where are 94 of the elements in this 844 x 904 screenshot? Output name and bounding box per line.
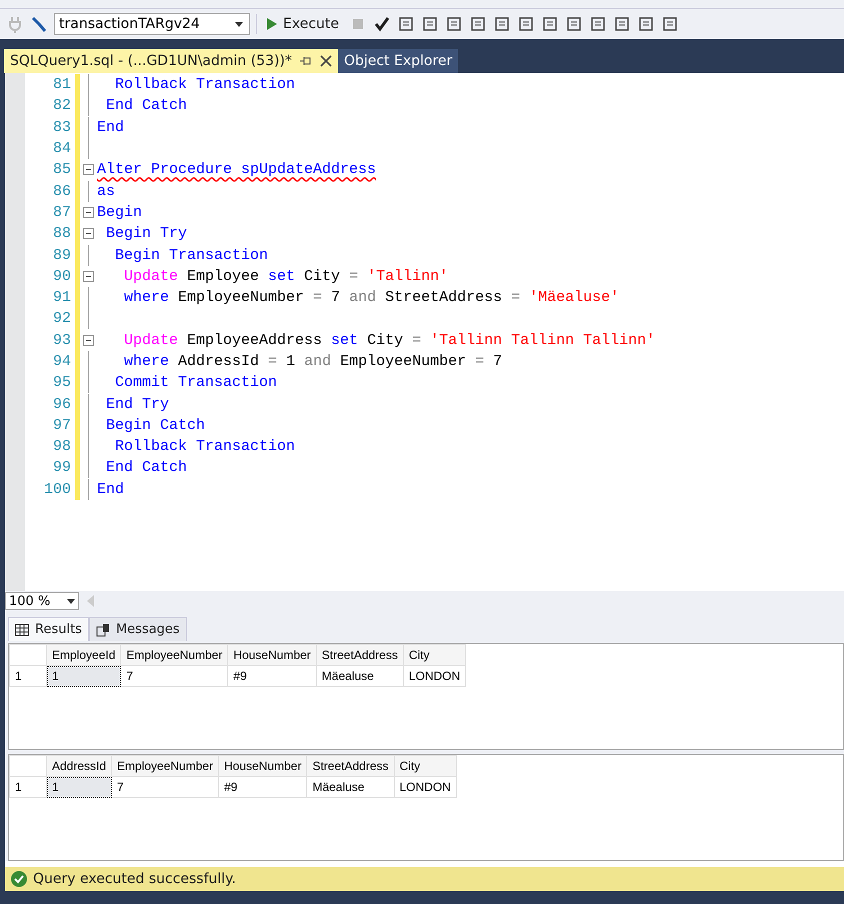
column-header[interactable]: HouseNumber [218, 756, 307, 776]
column-header[interactable]: AddressId [46, 756, 112, 776]
code-line: Begin [97, 204, 142, 221]
check-icon [11, 871, 27, 887]
close-icon[interactable] [320, 55, 332, 67]
table-cell: #9 [218, 776, 307, 798]
table-cell: 1 [46, 776, 112, 798]
table-cell: 7 [112, 776, 219, 798]
collapse-icon[interactable] [83, 164, 94, 176]
code-line: where AddressId = 1 and EmployeeNumber = 7 [123, 353, 502, 370]
play-icon [267, 18, 277, 30]
column-header[interactable]: EmployeeNumber [120, 644, 228, 666]
table-cell: #9 [228, 666, 316, 686]
toolbar-icon[interactable] [541, 15, 559, 33]
status-message: Query executed successfully. [33, 871, 236, 887]
toolbar-icon[interactable] [421, 15, 439, 33]
check-icon[interactable] [373, 15, 391, 33]
toolbar-icon[interactable] [493, 15, 511, 33]
line-number: 81 [52, 76, 71, 94]
column-header[interactable]: City [394, 756, 456, 776]
column-header[interactable]: StreetAddress [306, 756, 394, 776]
line-number: 91 [52, 289, 71, 306]
toolbar-icon[interactable] [445, 15, 463, 33]
code-line: Update EmployeeAddress set City = 'Tallinn Tallinn Tallinn' [123, 332, 656, 349]
column-header[interactable]: StreetAddress [316, 644, 404, 666]
toolbar-icon[interactable] [565, 15, 583, 33]
zoom-dropdown[interactable]: 100 % [5, 592, 79, 610]
caret-icon [235, 22, 243, 26]
code-line: Update Employee set City = 'Tallinn' [123, 268, 448, 285]
column-header[interactable]: EmployeeNumber [112, 756, 219, 776]
database-dropdown[interactable]: transactionTARgv24 [54, 13, 250, 35]
results-tab[interactable]: Messages [88, 617, 187, 641]
line-number: 83 [52, 118, 71, 136]
table-cell: Mäealuse [316, 666, 404, 686]
line-number: 88 [52, 225, 71, 242]
code-line: Begin Transaction [114, 246, 268, 264]
table-cell: 7 [120, 666, 228, 686]
document-tab[interactable]: SQLQuery1.sql - (...GD1UN\admin (53))* [4, 49, 338, 73]
code-line: Alter Procedure spUpdateAddress [97, 161, 376, 178]
table-cell: Mäealuse [306, 776, 394, 798]
collapse-icon[interactable] [83, 228, 94, 240]
line-number: 100 [44, 480, 71, 498]
code-line: as [97, 182, 116, 200]
line-number: 95 [52, 374, 71, 392]
line-number: 93 [52, 332, 71, 349]
code-line: End Catch [105, 459, 188, 476]
code-line: End Catch [105, 97, 188, 114]
code-line: Rollback Transaction [114, 438, 296, 456]
line-number: 89 [52, 246, 71, 264]
toolbar-icon[interactable] [517, 15, 535, 33]
code-line: Rollback Transaction [114, 76, 296, 94]
table-cell: 1 [46, 666, 121, 686]
line-number: 99 [52, 459, 71, 476]
code-line: Begin Try [105, 225, 188, 242]
pin-icon[interactable] [300, 55, 312, 67]
line-number: 97 [52, 416, 71, 434]
code-line: where EmployeeNumber = 7 and StreetAddress = 'Mäealuse' [123, 289, 620, 306]
line-number: 94 [52, 353, 71, 370]
line-number: 85 [52, 161, 71, 178]
table-cell: LONDON [403, 666, 466, 686]
toolbar-icon[interactable] [397, 15, 415, 33]
execute-button[interactable]: Execute [263, 16, 343, 32]
line-number: 87 [52, 204, 71, 221]
code-line: Begin Catch [105, 416, 206, 434]
collapse-icon[interactable] [83, 334, 94, 346]
row-number: 1 [10, 666, 46, 686]
collapse-icon[interactable] [83, 270, 94, 282]
line-number: 82 [52, 97, 71, 114]
line-number: 98 [52, 438, 71, 456]
column-header[interactable]: EmployeeId [46, 644, 121, 666]
toolbar-icon[interactable] [589, 15, 607, 33]
grid-icon [15, 624, 29, 636]
line-number: 96 [52, 396, 71, 413]
caret-icon [67, 598, 75, 604]
line-number: 90 [52, 268, 71, 285]
toolbar-icon[interactable] [469, 15, 487, 33]
line-number: 92 [52, 310, 71, 328]
toolbar-icon[interactable] [661, 15, 679, 33]
document-tab[interactable]: Object Explorer [338, 49, 458, 73]
column-header[interactable]: City [403, 644, 466, 666]
column-header[interactable]: HouseNumber [228, 644, 316, 666]
results-tab[interactable]: Results [8, 617, 89, 641]
toolbar-icon[interactable] [613, 15, 631, 33]
toolbar-icon[interactable] [637, 15, 655, 33]
code-line: Commit Transaction [114, 374, 278, 392]
code-line: End [97, 480, 124, 498]
row-number: 1 [10, 776, 46, 798]
line-number: 84 [52, 140, 71, 158]
collapse-icon[interactable] [83, 206, 94, 218]
table-cell: LONDON [394, 776, 456, 798]
line-number: 86 [52, 182, 71, 200]
code-line: End Try [105, 396, 170, 413]
code-line: End [97, 118, 124, 136]
document-icon [96, 622, 110, 636]
